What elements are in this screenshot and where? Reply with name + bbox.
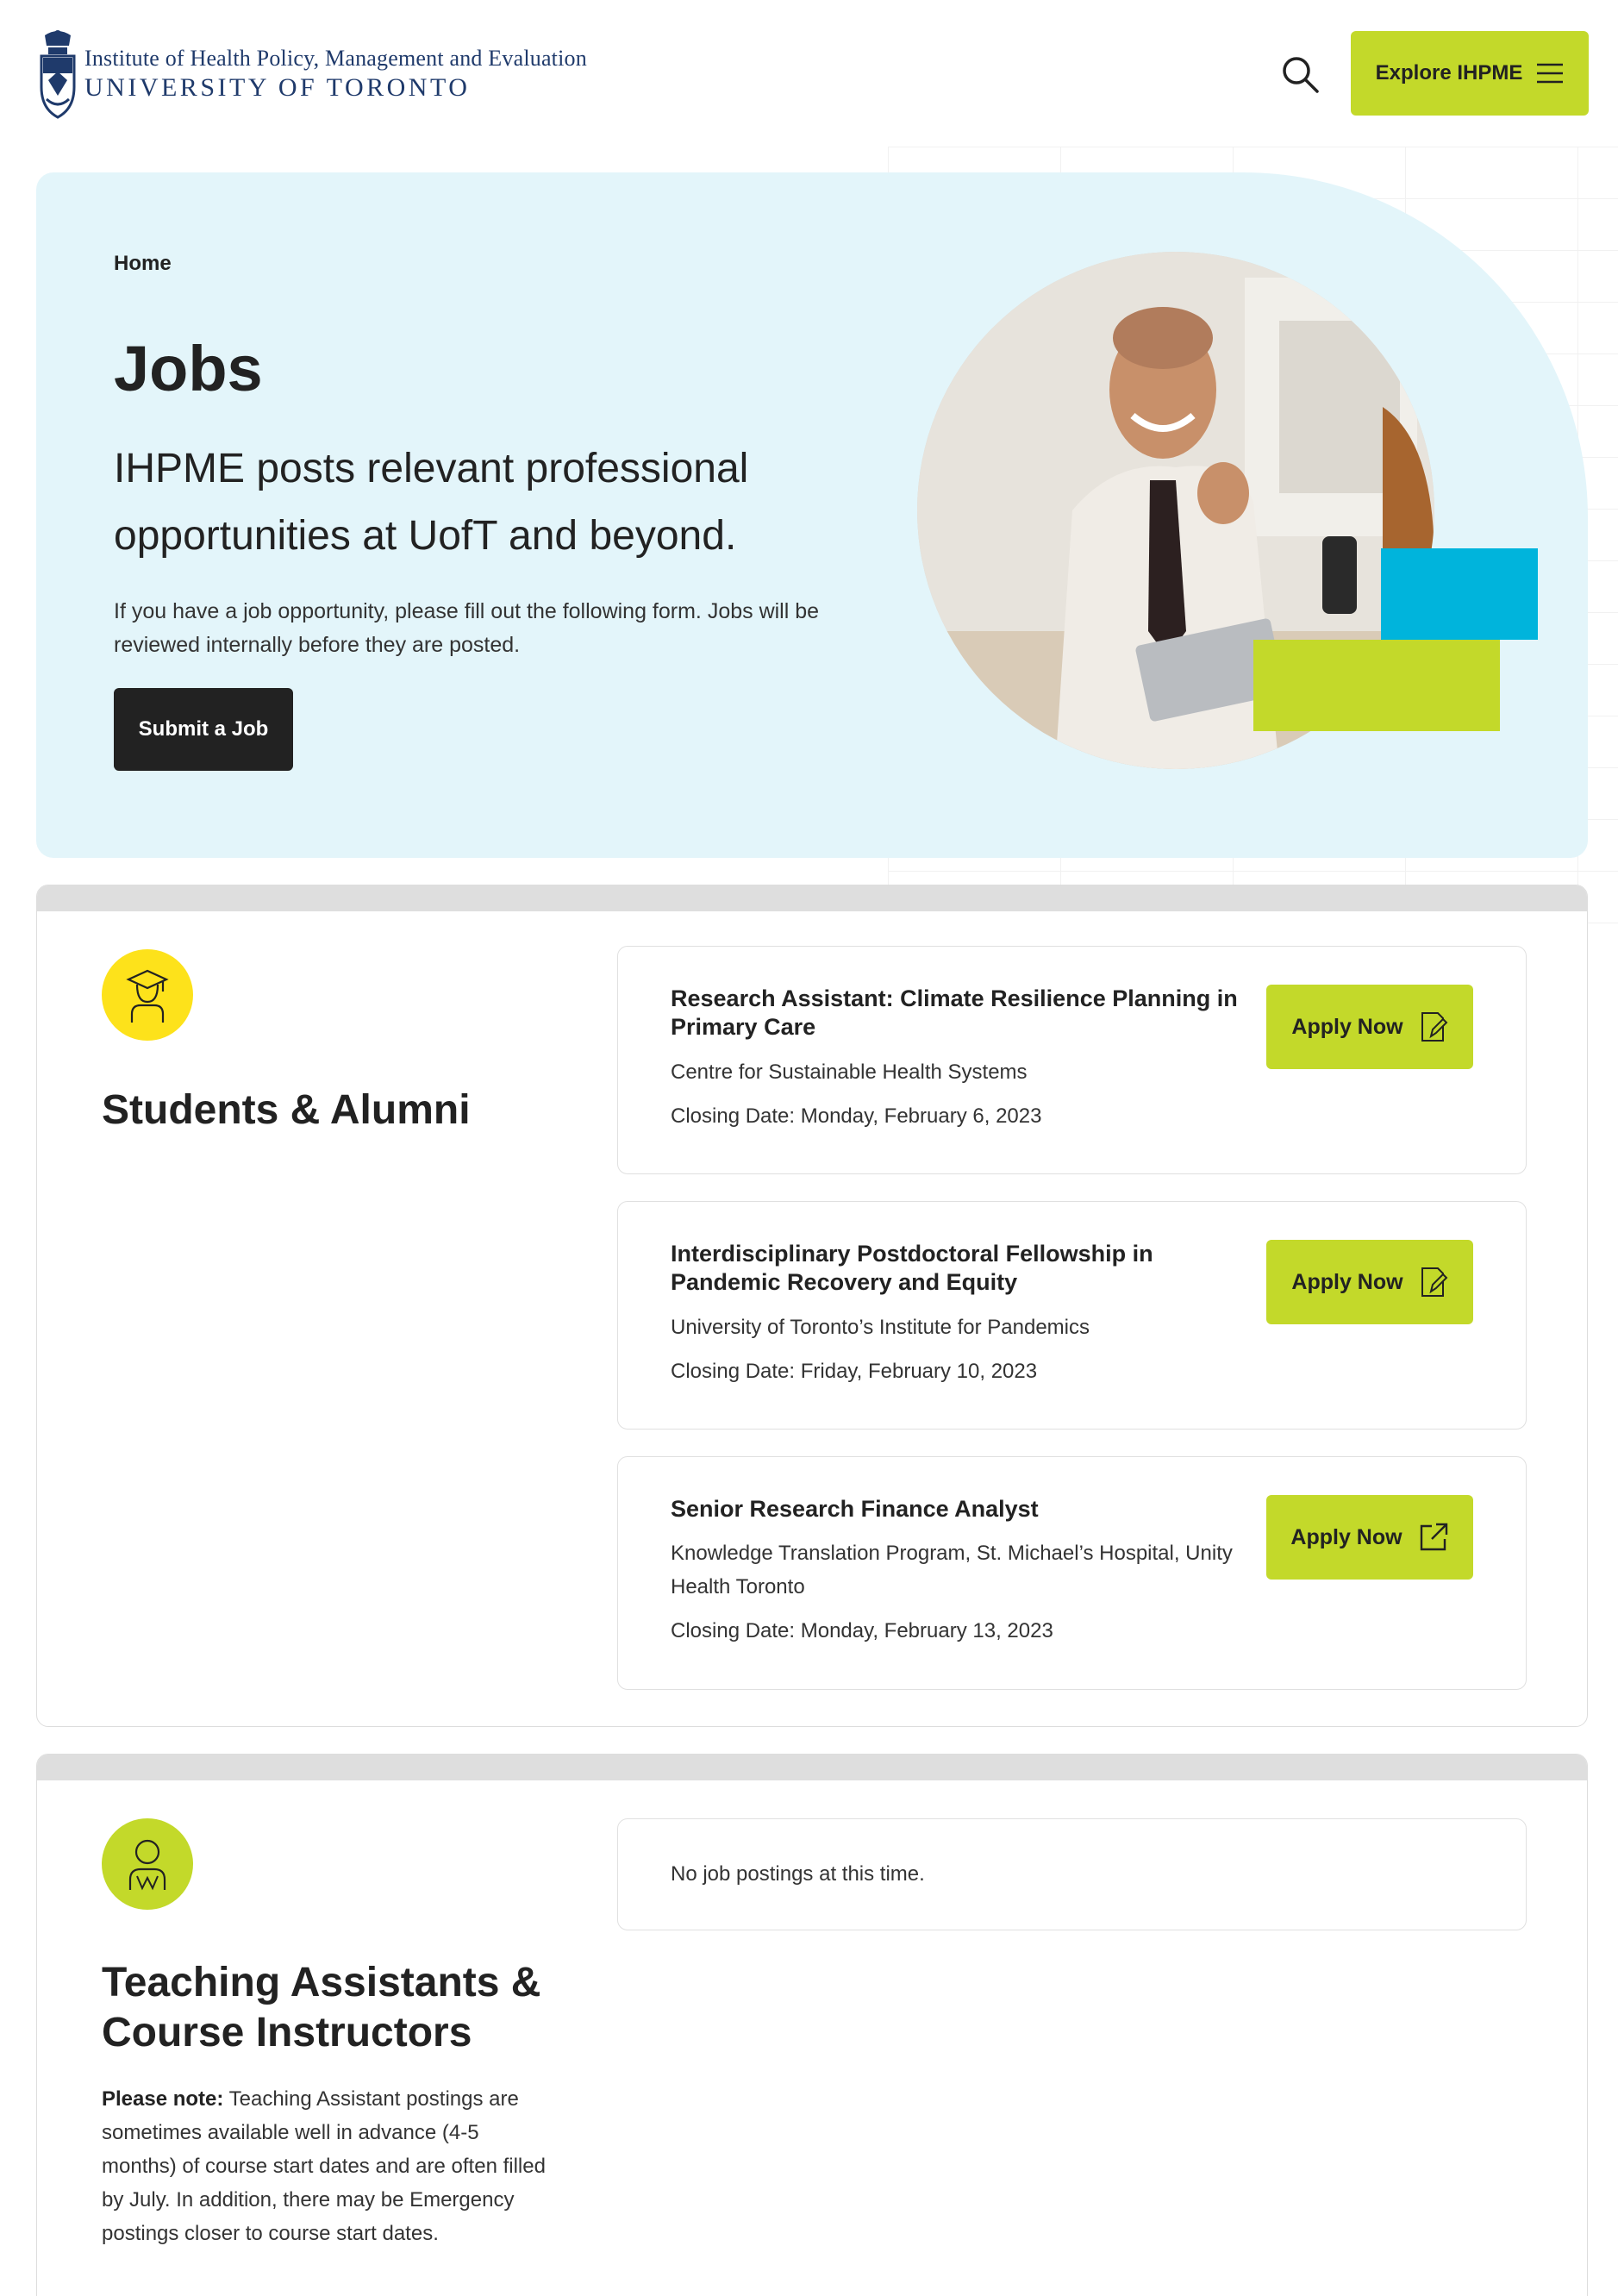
hero-lead-text: IHPME posts relevant professional opport… xyxy=(114,446,749,559)
edit-document-icon xyxy=(1421,1012,1447,1042)
submit-job-button[interactable]: Submit a Job xyxy=(114,688,293,771)
search-button[interactable] xyxy=(1276,50,1324,98)
university-crest-icon xyxy=(40,29,76,119)
teaching-note: Please note: Teaching Assistant postings… xyxy=(102,2082,550,2250)
job-card: Senior Research Finance Analyst Knowledg… xyxy=(617,1456,1527,1690)
job-closing-date: Closing Date: Monday, February 13, 2023 xyxy=(671,1619,1053,1642)
decorative-lime-block xyxy=(1253,640,1500,731)
page-title: Jobs xyxy=(114,333,263,404)
section-top-bar xyxy=(37,1755,1587,1780)
apply-label: Apply Now xyxy=(1290,1524,1402,1549)
hero-body-text: If you have a job opportunity, please fi… xyxy=(114,599,820,657)
job-card: Research Assistant: Climate Resilience P… xyxy=(617,946,1527,1174)
job-organization: University of Toronto’s Institute for Pa… xyxy=(671,1316,1090,1339)
job-closing-date: Closing Date: Monday, February 6, 2023 xyxy=(671,1104,1042,1128)
no-postings-message: No job postings at this time. xyxy=(671,1862,925,1886)
note-label: Please note: xyxy=(102,2087,224,2111)
university-logo[interactable]: Institute of Health Policy, Management a… xyxy=(36,24,605,123)
job-closing-date: Closing Date: Friday, February 10, 2023 xyxy=(671,1360,1038,1383)
explore-menu-button[interactable]: Explore IHPME xyxy=(1351,31,1589,116)
hamburger-menu-icon xyxy=(1537,63,1564,84)
job-title[interactable]: Interdisciplinary Postdoctoral Fellowshi… xyxy=(671,1240,1265,1297)
explore-label: Explore IHPME xyxy=(1375,61,1523,84)
job-card: Interdisciplinary Postdoctoral Fellowshi… xyxy=(617,1201,1527,1430)
breadcrumb-home[interactable]: Home xyxy=(114,252,172,276)
students-alumni-section: Students & Alumni Research Assistant: Cl… xyxy=(36,885,1588,1727)
teaching-assistants-section: Teaching Assistants & Course Instructors… xyxy=(36,1754,1588,2296)
university-name: UNIVERSITY OF TORONTO xyxy=(84,72,471,102)
empty-postings-card: No job postings at this time. xyxy=(617,1818,1527,1930)
instructor-icon xyxy=(102,1818,193,1910)
apply-now-button[interactable]: Apply Now xyxy=(1266,1240,1473,1324)
job-organization: Knowledge Translation Program, St. Micha… xyxy=(671,1542,1233,1598)
apply-label: Apply Now xyxy=(1291,1014,1403,1039)
institute-name: Institute of Health Policy, Management a… xyxy=(84,45,587,71)
external-link-icon xyxy=(1420,1523,1447,1551)
note-text: Teaching Assistant postings are sometime… xyxy=(102,2087,546,2245)
section-title-teaching: Teaching Assistants & Course Instructors xyxy=(102,1960,541,2055)
hero-banner: Home Jobs IHPME posts relevant professio… xyxy=(36,172,1588,858)
apply-now-button[interactable]: Apply Now xyxy=(1266,985,1473,1069)
site-header: Institute of Health Policy, Management a… xyxy=(0,0,1618,147)
section-top-bar xyxy=(37,885,1587,911)
search-icon xyxy=(1283,57,1319,93)
section-title-students: Students & Alumni xyxy=(102,1087,471,1133)
job-organization: Centre for Sustainable Health Systems xyxy=(671,1060,1028,1084)
edit-document-icon xyxy=(1421,1267,1447,1297)
job-title[interactable]: Senior Research Finance Analyst xyxy=(671,1495,1265,1523)
graduate-icon xyxy=(102,949,193,1041)
job-title[interactable]: Research Assistant: Climate Resilience P… xyxy=(671,985,1265,1042)
apply-now-button[interactable]: Apply Now xyxy=(1266,1495,1473,1580)
apply-label: Apply Now xyxy=(1291,1269,1403,1294)
decorative-blue-block xyxy=(1381,548,1538,640)
